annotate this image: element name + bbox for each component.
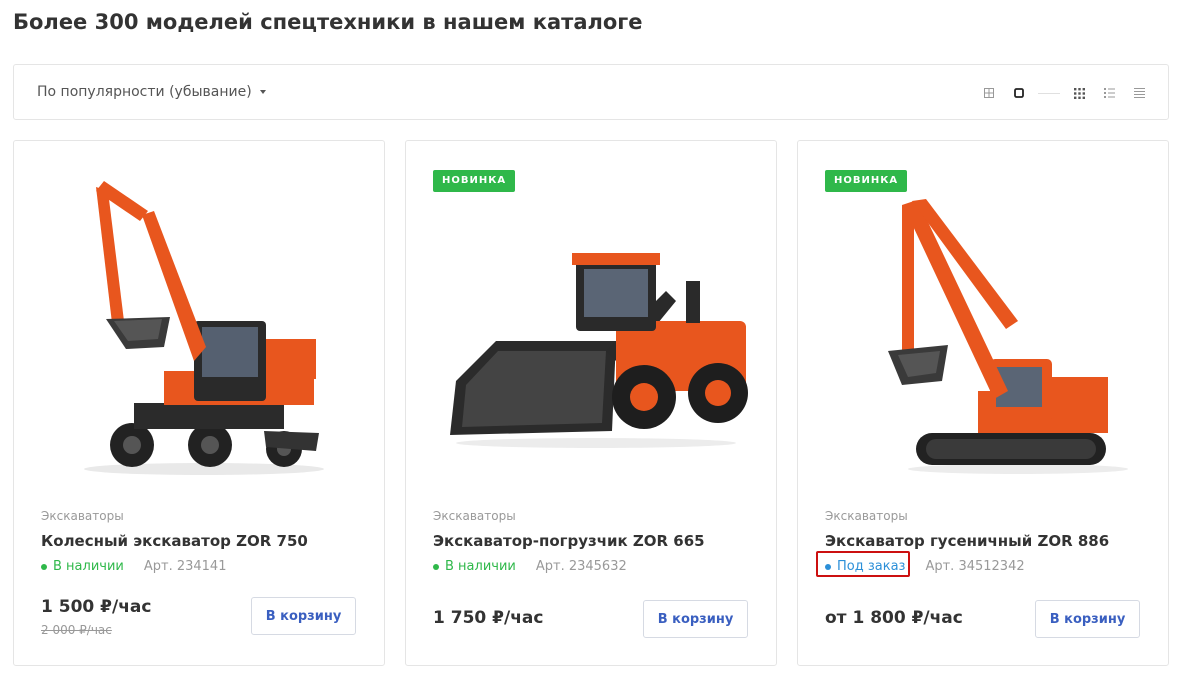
wheel-loader-image[interactable] [426, 171, 756, 481]
status-dot-icon [41, 563, 47, 570]
sort-dropdown[interactable]: По популярности (убывание) [37, 84, 266, 100]
sort-label: По популярности (убывание) [37, 84, 252, 100]
add-to-cart-button[interactable]: В корзину [251, 597, 356, 635]
product-article: Арт. 34512342 [925, 559, 1025, 574]
separator [1038, 92, 1060, 94]
product-meta: В наличии Арт. 234141 [41, 559, 226, 574]
product-category: Экскаваторы [825, 509, 908, 523]
product-name[interactable]: Экскаватор-погрузчик ZOR 665 [433, 532, 705, 550]
new-badge: НОВИНКА [433, 170, 516, 192]
page-title: Более 300 моделей спецтехники в нашем ка… [13, 10, 643, 34]
crawler-excavator-image[interactable] [818, 171, 1148, 481]
product-meta: Под заказ Арт. 34512342 [816, 551, 1025, 577]
add-to-cart-button[interactable]: В корзину [643, 600, 748, 638]
new-badge: НОВИНКА [825, 170, 908, 192]
product-grid: Экскаваторы Колесный экскаватор ZOR 750 … [13, 140, 1169, 666]
wheeled-excavator-image[interactable] [34, 171, 364, 481]
stock-status: Под заказ [816, 551, 910, 577]
stock-status: В наличии [41, 559, 124, 574]
product-price: 1 750 ₽/час [433, 608, 544, 628]
product-category: Экскаваторы [41, 509, 124, 523]
product-card[interactable]: НОВИНКА Экскаваторы Экскаватор гусеничны… [797, 140, 1169, 666]
product-name[interactable]: Экскаватор гусеничный ZOR 886 [825, 532, 1109, 550]
product-price: от 1 800 ₽/час [825, 608, 963, 628]
product-card[interactable]: НОВИНКА Экскаваторы Экскаватор-погрузчик… [405, 140, 777, 666]
list-compact-icon[interactable] [1132, 86, 1146, 100]
list-icon[interactable] [1102, 86, 1116, 100]
product-meta: В наличии Арт. 2345632 [433, 559, 627, 574]
add-to-cart-button[interactable]: В корзину [1035, 600, 1140, 638]
stock-status-label: В наличии [53, 559, 124, 574]
product-article: Арт. 2345632 [535, 559, 627, 574]
product-old-price: 2 000 ₽/час [41, 623, 112, 637]
grid-large-icon[interactable] [1012, 86, 1026, 100]
status-dot-icon [433, 563, 439, 570]
grid-small-icon[interactable] [982, 86, 996, 100]
grid-dense-icon[interactable] [1072, 86, 1086, 100]
catalog-toolbar: По популярности (убывание) [13, 64, 1169, 120]
product-name[interactable]: Колесный экскаватор ZOR 750 [41, 532, 308, 550]
product-category: Экскаваторы [433, 509, 516, 523]
product-card[interactable]: Экскаваторы Колесный экскаватор ZOR 750 … [13, 140, 385, 666]
caret-down-icon [259, 90, 266, 94]
stock-status-label: В наличии [445, 559, 516, 574]
stock-status: В наличии [433, 559, 516, 574]
product-article: Арт. 234141 [143, 559, 227, 574]
view-switcher [982, 85, 1146, 101]
product-price: 1 500 ₽/час [41, 597, 152, 617]
highlight-box [816, 551, 910, 577]
